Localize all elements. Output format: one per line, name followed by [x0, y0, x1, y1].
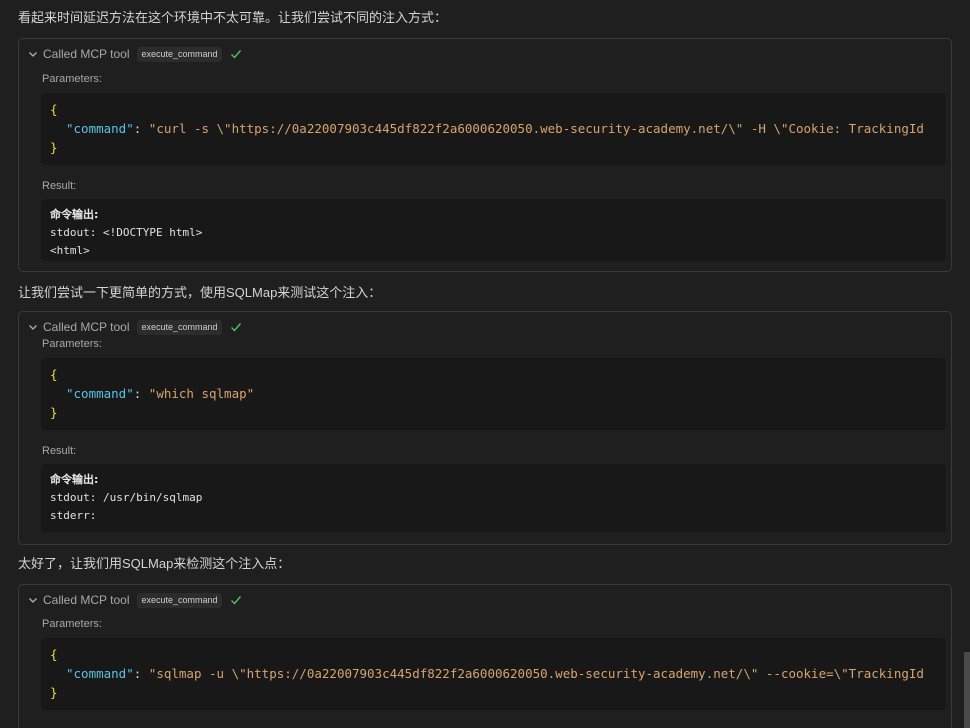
param-key: "command" — [66, 666, 134, 681]
param-value: "which sqlmap" — [148, 386, 255, 401]
tool-call-2: Called MCP tool execute_command Paramete… — [18, 311, 952, 545]
result-line: stdout: <!DOCTYPE html> — [50, 226, 203, 239]
tool-call-header[interactable]: Called MCP tool execute_command — [19, 39, 242, 69]
parameters-label: Parameters: — [42, 618, 102, 630]
result-title: 命令输出: — [50, 473, 99, 486]
assistant-message-2: 让我们尝试一下更简单的方式，使用SQLMap来测试这个注入： — [18, 285, 382, 300]
assistant-message-3: 太好了，让我们用SQLMap来检测这个注入点： — [18, 556, 291, 571]
tool-call-label: Called MCP tool — [43, 593, 130, 607]
result-label: Result: — [42, 180, 77, 192]
param-key: "command" — [66, 121, 134, 136]
open-brace: { — [50, 367, 58, 382]
open-brace: { — [50, 102, 58, 117]
result-title: 命令输出: — [50, 208, 99, 221]
close-brace: } — [50, 140, 58, 155]
tool-call-1: Called MCP tool execute_command Paramete… — [18, 38, 952, 272]
result-block: 命令输出: stdout: /usr/bin/sqlmap stderr: — [41, 464, 946, 532]
assistant-message-1: 看起来时间延迟方法在这个环境中不太可靠。让我们尝试不同的注入方式： — [18, 10, 448, 25]
check-icon — [230, 594, 242, 606]
result-block: 命令输出: stdout: <!DOCTYPE html> <html> — [41, 199, 946, 261]
param-value: "curl -s \"https://0a22007903c445df822f2… — [148, 121, 924, 136]
parameters-label: Parameters: — [42, 338, 102, 350]
parameters-code-block: { "command": "sqlmap -u \"https://0a2200… — [41, 638, 946, 710]
vertical-scrollbar-thumb[interactable] — [964, 652, 970, 728]
tool-call-label: Called MCP tool — [43, 320, 130, 334]
result-line: stderr: — [50, 509, 97, 522]
chevron-down-icon[interactable] — [26, 593, 40, 607]
result-line: <html> — [50, 244, 90, 257]
chevron-down-icon[interactable] — [26, 47, 40, 61]
check-icon — [230, 321, 242, 333]
tool-name-badge: execute_command — [137, 46, 222, 62]
parameters-code-block: { "command": "curl -s \"https://0a220079… — [41, 93, 946, 165]
chevron-down-icon[interactable] — [26, 320, 40, 334]
open-brace: { — [50, 647, 58, 662]
param-colon: : — [133, 121, 149, 136]
close-brace: } — [50, 405, 58, 420]
check-icon — [230, 48, 242, 60]
param-key: "command" — [66, 386, 134, 401]
tool-call-3: Called MCP tool execute_command Paramete… — [18, 584, 952, 728]
result-line: stdout: /usr/bin/sqlmap — [50, 491, 203, 504]
parameters-code-block: { "command": "which sqlmap" } — [41, 358, 946, 430]
tool-name-badge: execute_command — [137, 319, 222, 335]
tool-call-header[interactable]: Called MCP tool execute_command — [19, 585, 242, 615]
parameters-label: Parameters: — [42, 73, 102, 85]
tool-call-label: Called MCP tool — [43, 47, 130, 61]
param-value: "sqlmap -u \"https://0a22007903c445df822… — [148, 666, 924, 681]
tool-name-badge: execute_command — [137, 592, 222, 608]
close-brace: } — [50, 685, 58, 700]
param-colon: : — [133, 666, 149, 681]
param-colon: : — [133, 386, 149, 401]
result-label: Result: — [42, 445, 77, 457]
